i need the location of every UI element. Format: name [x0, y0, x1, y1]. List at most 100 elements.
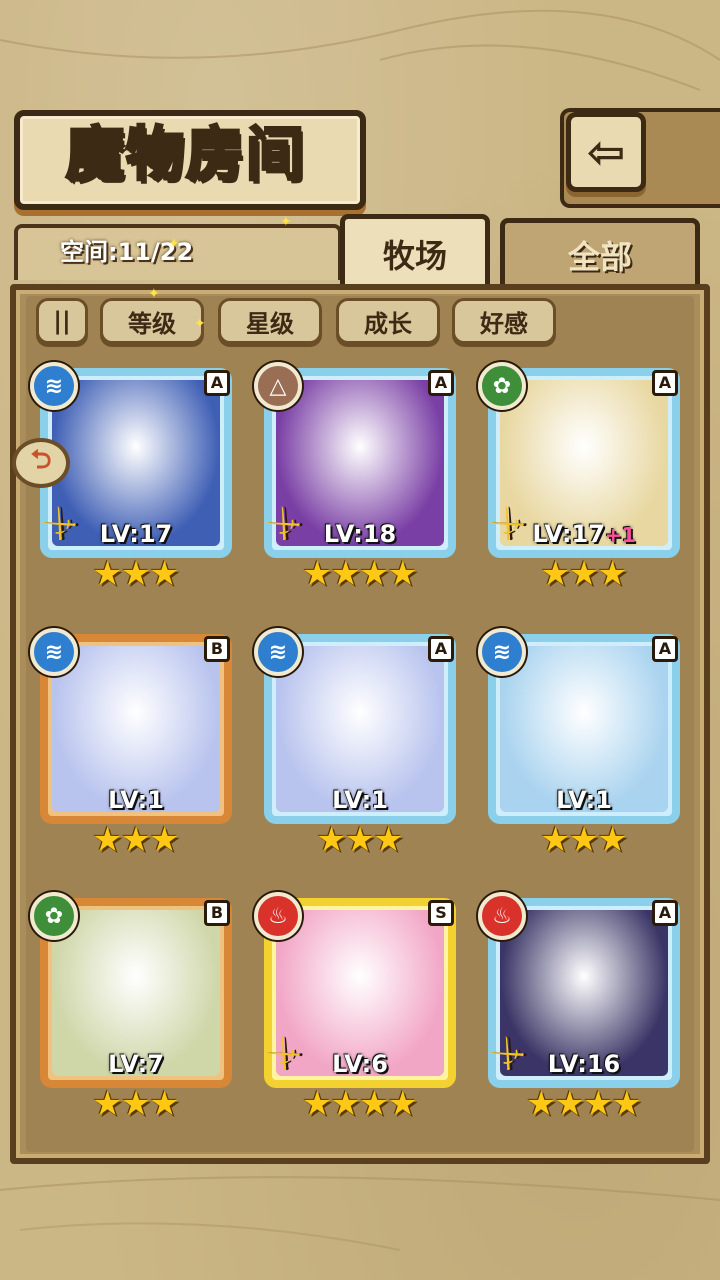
- level-label: LV:16: [482, 1050, 686, 1078]
- star-icon: ★: [540, 554, 571, 594]
- nature-element-icon: ✿: [30, 892, 78, 940]
- level-value: LV:17: [99, 520, 173, 548]
- sort-affection-button[interactable]: 好感: [452, 298, 556, 344]
- star-rating: ★ ★ ★: [34, 820, 238, 860]
- rank-badge: A: [652, 900, 678, 926]
- level-value: LV:17: [532, 520, 605, 548]
- star-icon: ★: [526, 1084, 557, 1124]
- star-icon: ★: [120, 554, 152, 594]
- level-bonus: +1: [604, 523, 636, 547]
- sort-growth-button[interactable]: 成长: [336, 298, 440, 344]
- star-rating: ★ ★ ★: [34, 554, 238, 594]
- back-arrow-icon: ⇦: [586, 125, 626, 179]
- star-icon: ★: [344, 820, 376, 860]
- level-label: LV:6: [258, 1050, 462, 1078]
- rank-badge: A: [428, 636, 454, 662]
- level-value: LV:1: [108, 786, 164, 814]
- monster-card[interactable]: A ✿ ⚔ LV:17+1 ★ ★ ★: [478, 358, 680, 592]
- monster-card[interactable]: B ≋ LV:1 ★ ★ ★: [30, 624, 232, 858]
- rank-badge: A: [652, 636, 678, 662]
- fire-element-icon: ♨: [478, 892, 526, 940]
- star-icon: ★: [92, 554, 123, 594]
- star-icon: ★: [387, 1084, 418, 1124]
- star-icon: ★: [387, 554, 418, 594]
- sort-level-button[interactable]: 等级: [100, 298, 204, 344]
- level-label: LV:17: [34, 520, 238, 548]
- rank-badge: B: [204, 900, 230, 926]
- level-value: LV:18: [323, 520, 397, 548]
- fire-element-icon: ♨: [254, 892, 302, 940]
- star-icon: ★: [583, 1084, 614, 1124]
- level-label: LV:7: [34, 1050, 238, 1078]
- level-value: LV:1: [332, 786, 388, 814]
- level-label: LV:1: [34, 786, 238, 814]
- star-icon: ★: [302, 554, 333, 594]
- tab-ranch[interactable]: 牧场: [340, 214, 490, 288]
- back-button[interactable]: ⇦: [566, 112, 646, 192]
- star-icon: ★: [568, 554, 600, 594]
- monster-card[interactable]: A ♨ ⚔ LV:16 ★ ★ ★ ★: [478, 888, 680, 1122]
- star-rating: ★ ★ ★: [482, 554, 686, 594]
- sort-order-toggle[interactable]: ||: [36, 298, 88, 344]
- rank-badge: S: [428, 900, 454, 926]
- star-rating: ★ ★ ★ ★: [482, 1084, 686, 1124]
- star-icon: ★: [554, 1084, 585, 1124]
- star-icon: ★: [597, 554, 628, 594]
- sparkle-icon: ✦: [148, 286, 160, 302]
- monster-card[interactable]: B ✿ LV:7 ★ ★ ★: [30, 888, 232, 1122]
- rank-badge: A: [204, 370, 230, 396]
- star-icon: ★: [120, 820, 152, 860]
- star-icon: ★: [359, 1084, 390, 1124]
- star-icon: ★: [330, 554, 361, 594]
- star-icon: ★: [540, 820, 571, 860]
- pause-icon: ||: [53, 307, 71, 335]
- level-value: LV:7: [108, 1050, 164, 1078]
- level-label: LV:1: [482, 786, 686, 814]
- star-rating: ★ ★ ★ ★: [258, 554, 462, 594]
- level-label: LV:1: [258, 786, 462, 814]
- page-title: 魔物房间: [64, 119, 306, 190]
- star-icon: ★: [597, 820, 628, 860]
- star-icon: ★: [316, 820, 347, 860]
- water-element-icon: ≋: [478, 628, 526, 676]
- monster-card[interactable]: A △ ⚔ LV:18 ★ ★ ★ ★: [254, 358, 456, 592]
- sparkle-icon: ✦: [280, 214, 292, 230]
- level-value: LV:16: [547, 1050, 621, 1078]
- star-icon: ★: [359, 554, 390, 594]
- star-rating: ★ ★ ★: [482, 820, 686, 860]
- star-icon: ★: [611, 1084, 642, 1124]
- star-icon: ★: [330, 1084, 361, 1124]
- level-value: LV:6: [332, 1050, 388, 1078]
- tab-all[interactable]: 全部: [500, 218, 700, 286]
- rank-badge: A: [652, 370, 678, 396]
- sparkle-icon: ✦: [168, 236, 180, 252]
- star-rating: ★ ★ ★ ★: [258, 1084, 462, 1124]
- sort-star-button[interactable]: 星级: [218, 298, 322, 344]
- level-value: LV:1: [556, 786, 612, 814]
- monster-card[interactable]: S ♨ ⚔ LV:6 ★ ★ ★ ★: [254, 888, 456, 1122]
- return-arrow-icon: ⮌: [30, 445, 52, 475]
- level-label: LV:17+1: [482, 520, 686, 548]
- star-icon: ★: [149, 554, 180, 594]
- side-collapse-tab[interactable]: ⮌: [12, 438, 70, 488]
- rank-badge: A: [428, 370, 454, 396]
- monster-card[interactable]: A ≋ LV:1 ★ ★ ★: [478, 624, 680, 858]
- star-rating: ★ ★ ★: [34, 1084, 238, 1124]
- level-label: LV:18: [258, 520, 462, 548]
- star-icon: ★: [568, 820, 600, 860]
- water-element-icon: ≋: [30, 362, 78, 410]
- star-icon: ★: [302, 1084, 333, 1124]
- star-icon: ★: [373, 820, 404, 860]
- star-icon: ★: [149, 1084, 180, 1124]
- nature-element-icon: ✿: [478, 362, 526, 410]
- rank-badge: B: [204, 636, 230, 662]
- star-icon: ★: [120, 1084, 152, 1124]
- monster-card[interactable]: A ≋ LV:1 ★ ★ ★: [254, 624, 456, 858]
- sparkle-icon: ✦: [194, 316, 206, 332]
- water-element-icon: ≋: [30, 628, 78, 676]
- star-icon: ★: [149, 820, 180, 860]
- star-icon: ★: [92, 1084, 123, 1124]
- water-element-icon: ≋: [254, 628, 302, 676]
- star-rating: ★ ★ ★: [258, 820, 462, 860]
- star-icon: ★: [92, 820, 123, 860]
